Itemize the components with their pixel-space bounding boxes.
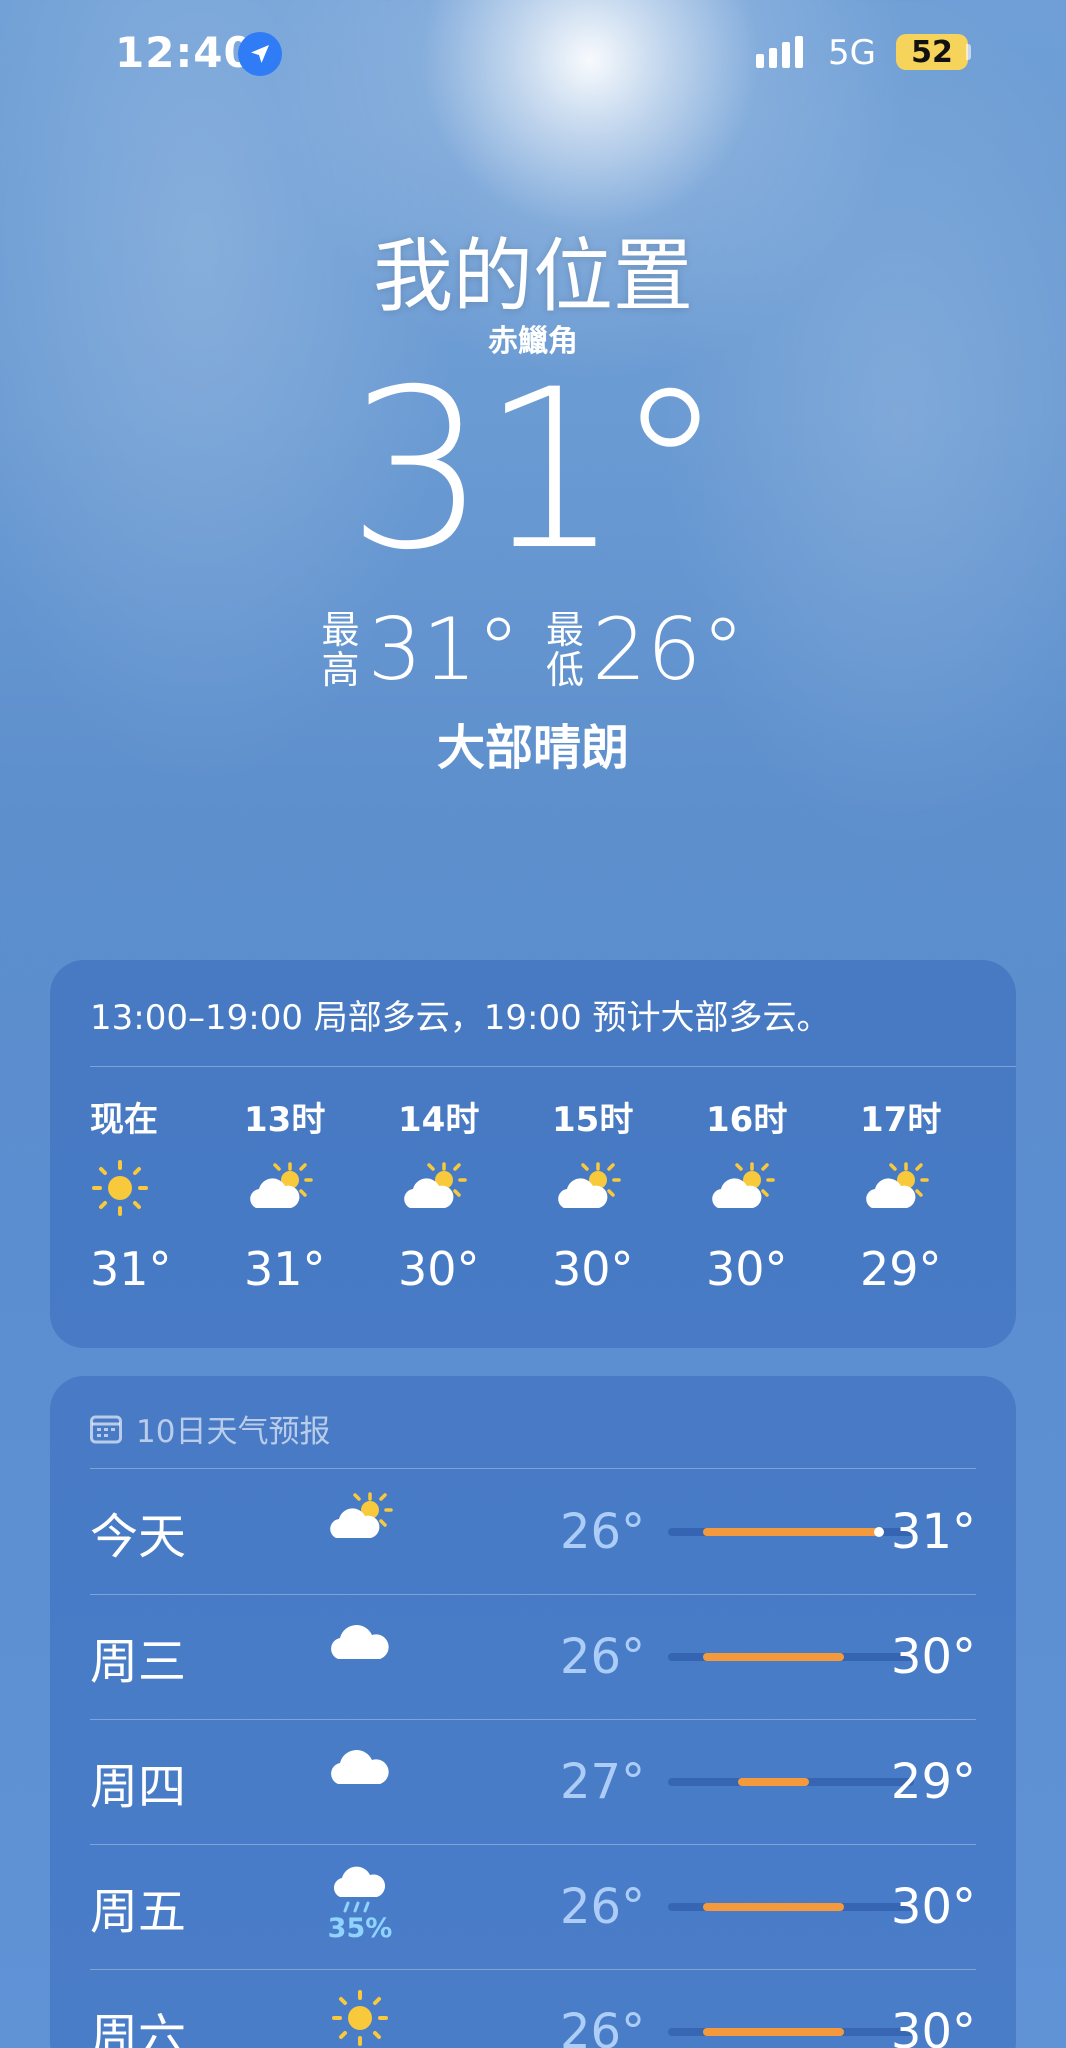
day-low: 26° <box>560 1879 646 1935</box>
day-row[interactable]: 周三 26° 30° <box>90 1595 976 1719</box>
temp-range-fill <box>738 1778 809 1786</box>
hour-temp: 30° <box>706 1242 788 1296</box>
battery-indicator: 52 <box>896 34 968 70</box>
hourly-forecast-card[interactable]: 13:00–19:00 局部多云，19:00 预计大部多云。 现在 31° 13… <box>50 960 1016 1348</box>
status-bar: 12:40 5G 52 <box>0 0 1066 110</box>
low-temp: 26° <box>592 600 745 700</box>
partly-cloudy-icon <box>860 1148 940 1228</box>
cloud-icon <box>320 1613 400 1701</box>
partly-cloudy-icon <box>244 1148 324 1228</box>
current-temp-dot <box>873 1527 884 1537</box>
hour-temp: 30° <box>398 1242 480 1296</box>
partly-cloudy-icon <box>320 1488 400 1576</box>
hourly-summary: 13:00–19:00 局部多云，19:00 预计大部多云。 <box>90 998 831 1038</box>
hour-label: 14时 <box>398 1100 480 1140</box>
battery-cap-icon <box>966 44 971 60</box>
temp-range-fill <box>703 1903 844 1911</box>
hour-label: 13时 <box>244 1100 326 1140</box>
day-row[interactable]: 今天 26° 31° <box>90 1470 976 1594</box>
network-type: 5G <box>828 33 876 73</box>
daily-header: 10日天气预报 <box>90 1406 330 1451</box>
temp-range-fill <box>703 1528 879 1536</box>
temp-range-fill <box>703 1653 844 1661</box>
day-name: 周六 <box>90 2009 187 2048</box>
hour-temp: 31° <box>90 1242 172 1296</box>
day-high: 29° <box>890 1754 976 1810</box>
hour-item: 现在 31° <box>90 1092 244 1296</box>
temp-range-bar <box>668 1903 914 1911</box>
day-name: 周三 <box>90 1634 187 1690</box>
partly-cloudy-icon <box>552 1148 632 1228</box>
hour-item: 13时 31° <box>244 1092 398 1296</box>
status-time: 12:40 <box>115 28 254 77</box>
day-high: 30° <box>890 2004 976 2048</box>
temp-range-bar <box>668 1778 914 1786</box>
location-title: 我的位置 <box>373 230 693 323</box>
daily-forecast-card[interactable]: 10日天气预报 今天 26° 31° 周三 26° 30° 周四 27° 29°… <box>50 1376 1016 2048</box>
low-temp-group: 最 低 26° <box>546 600 744 700</box>
current-temperature: 31° <box>347 342 725 598</box>
partly-cloudy-icon <box>706 1148 786 1228</box>
hour-item: 16时 30° <box>706 1092 860 1296</box>
day-high: 30° <box>890 1629 976 1685</box>
temp-range-bar <box>668 1527 914 1537</box>
sun-icon <box>320 1988 400 2048</box>
day-name: 周四 <box>90 1759 187 1815</box>
high-label-bottom: 高 <box>321 648 360 692</box>
day-high: 31° <box>890 1504 976 1560</box>
cloud-icon <box>320 1738 400 1826</box>
high-temp-group: 最 高 31° <box>322 600 520 700</box>
hour-item: 14时 30° <box>398 1092 552 1296</box>
hour-item: 15时 30° <box>552 1092 706 1296</box>
high-low-temps: 最 高 31° 最 低 26° <box>0 600 1066 700</box>
day-low: 26° <box>560 2004 646 2048</box>
hour-temp: 30° <box>552 1242 634 1296</box>
high-label: 最 高 <box>322 610 360 690</box>
partly-cloudy-icon <box>398 1148 478 1228</box>
precip-chance: 35% <box>327 1913 393 1944</box>
low-label-bottom: 低 <box>546 648 585 692</box>
day-row[interactable]: 周四 27° 29° <box>90 1720 976 1844</box>
day-low: 26° <box>560 1629 646 1685</box>
temp-range-bar <box>668 1653 914 1661</box>
hour-label: 15时 <box>552 1100 634 1140</box>
condition-text: 大部晴朗 <box>436 720 629 776</box>
daily-header-label: 10日天气预报 <box>136 1414 331 1450</box>
hour-temp: 31° <box>244 1242 326 1296</box>
sun-icon <box>90 1148 170 1228</box>
low-label: 最 低 <box>546 610 584 690</box>
high-label-top: 最 <box>321 608 360 652</box>
cellular-signal-icon <box>756 34 803 68</box>
hour-label: 现在 <box>90 1100 158 1140</box>
hour-item: 17时 29° <box>860 1092 1014 1296</box>
daily-divider <box>90 1468 976 1469</box>
low-label-top: 最 <box>546 608 585 652</box>
rain-icon: 35% <box>320 1863 400 1951</box>
calendar-icon <box>90 1415 122 1443</box>
hour-label: 17时 <box>860 1100 942 1140</box>
temp-range-fill <box>703 2028 844 2036</box>
location-arrow-icon <box>238 32 282 76</box>
day-high: 30° <box>890 1879 976 1935</box>
day-row[interactable]: 周六 26° 30° <box>90 1970 976 2048</box>
day-row[interactable]: 周五 35% 26° 30° <box>90 1845 976 1969</box>
hour-temp: 29° <box>860 1242 942 1296</box>
high-temp: 31° <box>367 600 520 700</box>
day-name: 周五 <box>90 1884 187 1940</box>
hourly-divider <box>90 1066 1016 1067</box>
hourly-list[interactable]: 现在 31° 13时 31° 14时 30° 15时 30° 16时 30° 1… <box>90 1092 1014 1296</box>
hour-label: 16时 <box>706 1100 788 1140</box>
day-name: 今天 <box>90 1509 187 1565</box>
day-low: 26° <box>560 1504 646 1560</box>
day-low: 27° <box>560 1754 646 1810</box>
temp-range-bar <box>668 2028 914 2036</box>
